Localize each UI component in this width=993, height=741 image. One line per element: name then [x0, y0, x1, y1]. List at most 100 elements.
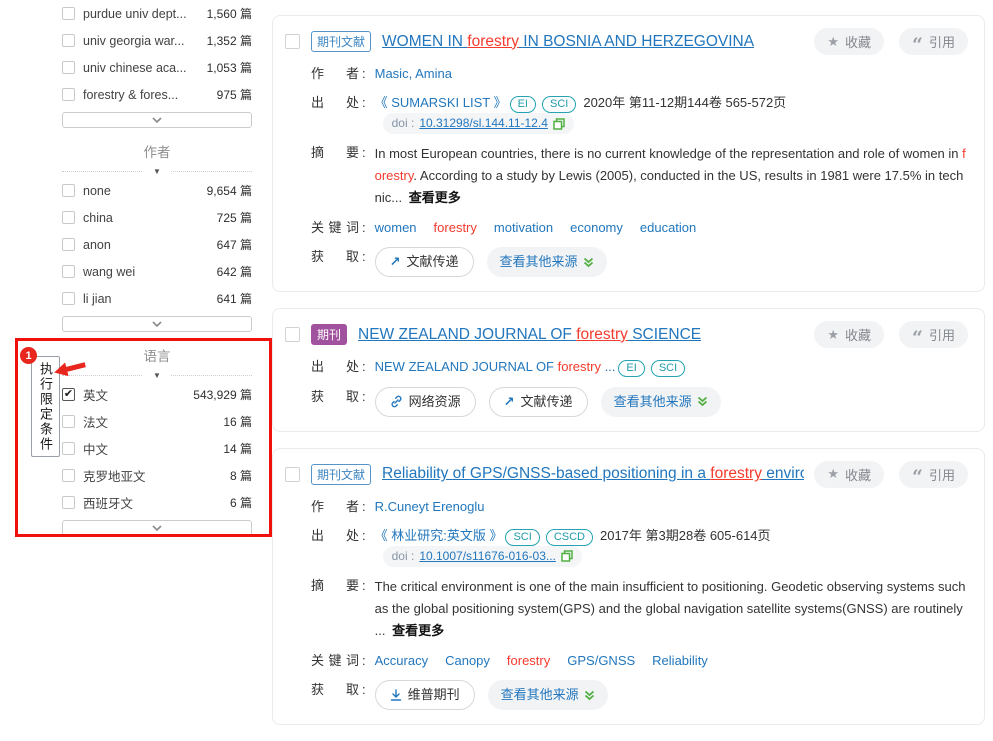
other-sources-label: 查看其他来源: [500, 252, 578, 272]
result-checkbox[interactable]: [285, 34, 300, 49]
abstract-text: In most European countries, there is no …: [375, 146, 963, 161]
keyword-link[interactable]: Reliability: [652, 653, 708, 668]
field-label: 作 者: [311, 64, 359, 84]
keyword-link[interactable]: Canopy: [445, 653, 490, 668]
facet-item[interactable]: none9,654 篇: [62, 177, 252, 204]
view-more-link[interactable]: 查看更多: [392, 623, 444, 638]
facet-section-divider: ▼: [62, 165, 252, 172]
keyword-link[interactable]: forestry: [434, 220, 477, 235]
result-checkbox[interactable]: [285, 327, 300, 342]
favorite-label: 收藏: [845, 32, 871, 51]
abstract-row: 摘 要:The critical environment is one of t…: [285, 576, 968, 642]
checkbox[interactable]: ✔: [62, 388, 75, 401]
favorite-button[interactable]: ★收藏: [814, 28, 884, 55]
facet-expand-button[interactable]: [62, 520, 252, 536]
journal-link[interactable]: 《 SUMARSKI LIST 》: [375, 95, 507, 110]
facet-item[interactable]: forestry & fores...975 篇: [62, 81, 252, 108]
checkbox[interactable]: [62, 292, 75, 305]
facet-section-divider: ▼: [62, 369, 252, 376]
triangle-down-icon[interactable]: ▼: [143, 370, 171, 381]
journal-link[interactable]: 《 林业研究:英文版 》: [375, 528, 503, 543]
cite-button[interactable]: “引用: [899, 28, 968, 55]
checkbox[interactable]: [62, 442, 75, 455]
checkbox[interactable]: [62, 469, 75, 482]
facet-item[interactable]: 中文14 篇: [62, 435, 252, 462]
facet-item[interactable]: 法文16 篇: [62, 408, 252, 435]
author-link[interactable]: R.Cuneyt Erenoglu: [375, 499, 485, 514]
doi-label: doi :: [392, 114, 415, 133]
facet-item[interactable]: li jian641 篇: [62, 285, 252, 312]
facet-item[interactable]: ✔英文543,929 篇: [62, 381, 252, 408]
keyword-link[interactable]: Accuracy: [375, 653, 428, 668]
checkbox[interactable]: [62, 34, 75, 47]
author-link[interactable]: Masic, Amina: [375, 66, 452, 81]
access-button-download[interactable]: 维普期刊: [375, 680, 475, 710]
checkbox[interactable]: [62, 211, 75, 224]
facet-item[interactable]: anon647 篇: [62, 231, 252, 258]
field-colon: :: [362, 651, 366, 671]
keyword-link[interactable]: economy: [570, 220, 623, 235]
facet-expand-button[interactable]: [62, 112, 252, 128]
triangle-down-icon[interactable]: ▼: [143, 166, 171, 177]
index-badge[interactable]: EI: [510, 96, 536, 113]
facet-expand-button[interactable]: [62, 316, 252, 332]
journal-highlight: forestry: [558, 359, 601, 374]
index-badge[interactable]: SCI: [542, 96, 576, 113]
result-checkbox[interactable]: [285, 467, 300, 482]
facet-label: wang wei: [83, 265, 135, 279]
checkbox[interactable]: [62, 496, 75, 509]
favorite-button[interactable]: ★收藏: [814, 321, 884, 348]
arrow-up-right-icon: ↗: [390, 252, 401, 272]
favorite-button[interactable]: ★收藏: [814, 461, 884, 488]
journal-link[interactable]: NEW ZEALAND JOURNAL OF forestry ...: [375, 359, 616, 374]
result-title-link[interactable]: NEW ZEALAND JOURNAL OF forestry SCIENCE: [358, 326, 701, 344]
title-text: environ...: [762, 465, 804, 482]
cite-button[interactable]: “引用: [899, 321, 968, 348]
index-badge[interactable]: EI: [618, 360, 644, 377]
checkbox[interactable]: [62, 415, 75, 428]
facet-item[interactable]: wang wei642 篇: [62, 258, 252, 285]
other-sources-button[interactable]: 查看其他来源: [601, 387, 721, 417]
result-type-tag: 期刊文献: [311, 31, 371, 52]
keyword-link[interactable]: forestry: [507, 653, 550, 668]
checkbox[interactable]: [62, 61, 75, 74]
index-badge[interactable]: CSCD: [546, 529, 593, 546]
facet-label: none: [83, 184, 111, 198]
keyword-link[interactable]: GPS/GNSS: [567, 653, 635, 668]
checkbox[interactable]: [62, 7, 75, 20]
author-content: Masic, Amina: [375, 64, 968, 84]
facet-item[interactable]: 西班牙文6 篇: [62, 489, 252, 516]
facet-item[interactable]: china725 篇: [62, 204, 252, 231]
cite-button[interactable]: “引用: [899, 461, 968, 488]
index-badge[interactable]: SCI: [505, 529, 539, 546]
facet-item[interactable]: 克罗地亚文8 篇: [62, 462, 252, 489]
view-more-link[interactable]: 查看更多: [409, 190, 461, 205]
field-label: 出 处: [311, 93, 359, 134]
checkbox[interactable]: [62, 88, 75, 101]
facet-item[interactable]: purdue univ dept...1,560 篇: [62, 0, 252, 27]
other-sources-button[interactable]: 查看其他来源: [488, 680, 608, 710]
field-label: 关 键 词: [311, 651, 359, 671]
facet-item[interactable]: univ chinese aca...1,053 篇: [62, 54, 252, 81]
access-button-arrow-up-right[interactable]: ↗文献传递: [375, 247, 474, 277]
checkbox[interactable]: [62, 238, 75, 251]
keyword-link[interactable]: women: [375, 220, 417, 235]
annotation-step-badge: 1: [20, 347, 37, 364]
doi-link[interactable]: 10.1007/s11676-016-03...: [419, 547, 556, 566]
result-title-link[interactable]: Reliability of GPS/GNSS-based positionin…: [382, 465, 804, 483]
arrow-up-right-icon: ↗: [504, 392, 515, 412]
star-icon: ★: [827, 327, 839, 343]
checkbox[interactable]: [62, 184, 75, 197]
access-button-arrow-up-right[interactable]: ↗文献传递: [489, 387, 588, 417]
keyword-link[interactable]: education: [640, 220, 696, 235]
checkbox[interactable]: [62, 265, 75, 278]
keyword-link[interactable]: motivation: [494, 220, 553, 235]
facet-item[interactable]: univ georgia war...1,352 篇: [62, 27, 252, 54]
index-badge[interactable]: SCI: [651, 360, 685, 377]
result-title-link[interactable]: WOMEN IN forestry IN BOSNIA AND HERZEGOV…: [382, 33, 754, 51]
other-sources-label: 查看其他来源: [614, 392, 692, 412]
title-text: NEW ZEALAND JOURNAL OF: [358, 326, 576, 343]
doi-link[interactable]: 10.31298/sl.144.11-12.4: [419, 114, 548, 133]
other-sources-button[interactable]: 查看其他来源: [487, 247, 607, 277]
access-button-link[interactable]: 网络资源: [375, 387, 476, 417]
